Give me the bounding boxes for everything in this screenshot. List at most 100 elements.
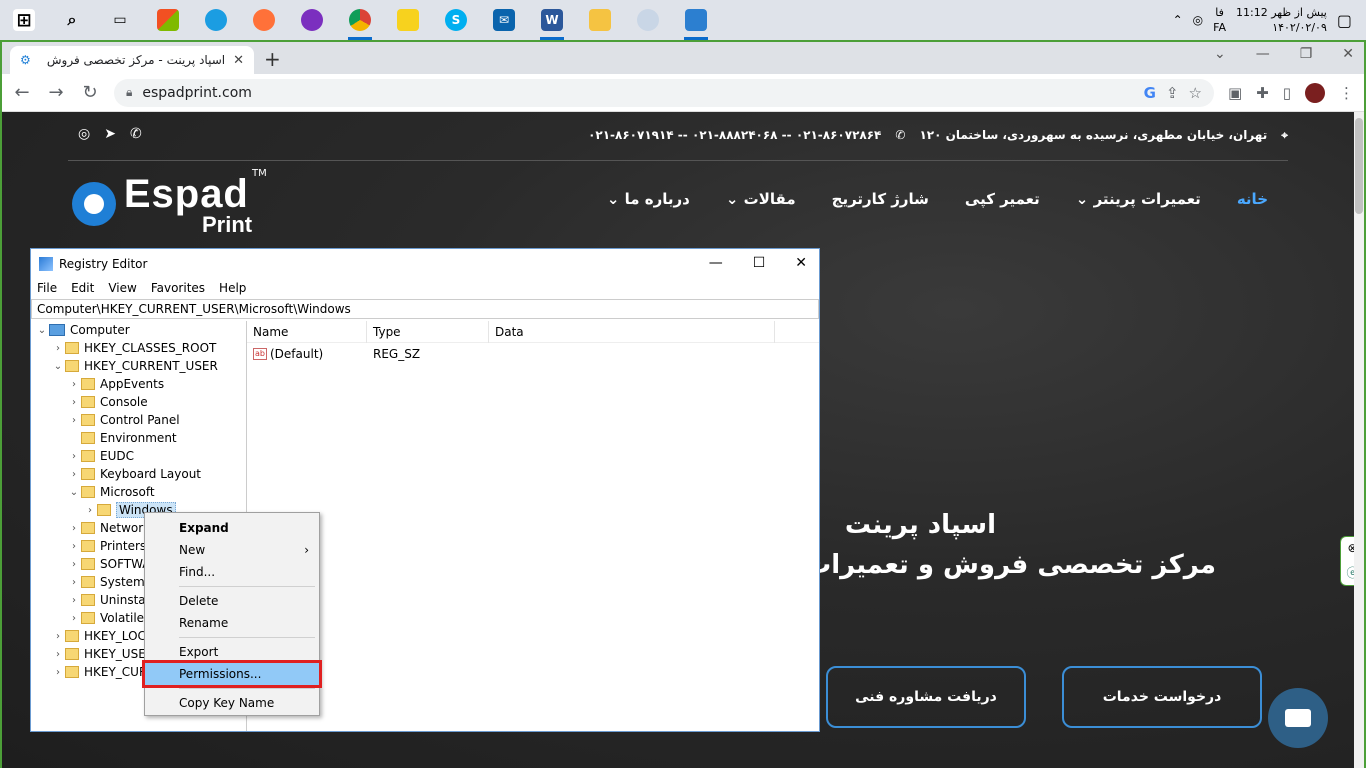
nav-about[interactable]: درباره ما ⌄ [607, 190, 690, 208]
tree-node[interactable]: › Keyboard Layout [31, 465, 246, 483]
minimize-button[interactable]: — [709, 255, 723, 271]
chevron-down-icon[interactable]: ⌄ [67, 487, 81, 498]
maximize-button[interactable]: ❐ [1300, 46, 1313, 62]
search-icon[interactable]: ⌕ [48, 0, 96, 40]
tree-node[interactable]: › EUDC [31, 447, 246, 465]
word-icon[interactable]: W [528, 0, 576, 40]
request-services-button[interactable]: درخواست خدمات [1062, 666, 1262, 728]
chevron-right-icon[interactable]: › [67, 415, 81, 426]
context-menu-item[interactable]: Delete [145, 590, 319, 612]
mail-icon[interactable]: ✉ [480, 0, 528, 40]
chevron-right-icon[interactable]: › [67, 595, 81, 606]
firefox-icon[interactable] [240, 0, 288, 40]
tree-node[interactable]: › Console [31, 393, 246, 411]
maximize-button[interactable]: ☐ [753, 255, 766, 271]
menu-file[interactable]: File [37, 281, 57, 295]
file-explorer-icon[interactable] [576, 0, 624, 40]
bookmark-star-icon[interactable]: ☆ [1189, 84, 1202, 102]
chevron-right-icon[interactable]: › [67, 523, 81, 534]
chat-button[interactable] [1268, 688, 1328, 748]
chevron-right-icon[interactable]: › [67, 577, 81, 588]
chevron-right-icon[interactable]: › [67, 559, 81, 570]
page-scrollbar[interactable] [1354, 112, 1364, 768]
scrollbar-thumb[interactable] [1355, 118, 1363, 214]
reload-icon[interactable]: ↻ [80, 82, 100, 103]
nav-home[interactable]: خانه [1237, 190, 1268, 208]
context-menu-item[interactable]: Export [145, 641, 319, 663]
context-menu-item[interactable]: Copy Key Name [145, 692, 319, 714]
side-panel-icon[interactable]: ▯ [1283, 84, 1291, 102]
close-button[interactable]: ✕ [795, 255, 807, 271]
menu-help[interactable]: Help [219, 281, 246, 295]
context-menu-item[interactable]: Rename [145, 612, 319, 634]
chevron-right-icon[interactable]: › [51, 649, 65, 660]
nav-copier-repair[interactable]: تعمیر کپی [965, 190, 1040, 208]
language-indicator[interactable]: فا FA [1213, 5, 1226, 35]
skype-icon[interactable]: S [432, 0, 480, 40]
column-name[interactable]: Name [247, 320, 367, 343]
extensions-puzzle-icon[interactable]: ✚ [1256, 84, 1269, 102]
menu-edit[interactable]: Edit [71, 281, 94, 295]
notification-icon[interactable]: ▢ [1337, 11, 1352, 30]
tab-close-icon[interactable]: ✕ [233, 53, 244, 68]
menu-view[interactable]: View [108, 281, 136, 295]
chevron-down-icon[interactable]: ⌄ [1214, 46, 1226, 62]
sticky-notes-icon[interactable] [384, 0, 432, 40]
back-icon[interactable]: ← [12, 82, 32, 103]
chevron-right-icon[interactable]: › [51, 631, 65, 642]
technical-consult-button[interactable]: دریافت مشاوره فنی [826, 666, 1026, 728]
instagram-icon[interactable]: ◎ [78, 126, 90, 142]
context-menu-item[interactable]: Expand [145, 517, 319, 539]
close-button[interactable]: ✕ [1342, 46, 1354, 62]
menu-favorites[interactable]: Favorites [151, 281, 205, 295]
minimize-button[interactable]: — [1256, 46, 1270, 62]
nav-printer-repair[interactable]: تعمیرات پرینتر ⌄ [1076, 190, 1201, 208]
menu-kebab-icon[interactable]: ⋮ [1339, 84, 1354, 102]
tree-node[interactable]: › Control Panel [31, 411, 246, 429]
chevron-up-icon[interactable]: ⌃ [1173, 13, 1183, 27]
chevron-right-icon[interactable]: › [51, 343, 65, 354]
url-text[interactable]: espadprint.com [142, 85, 1133, 101]
app-icon[interactable] [288, 0, 336, 40]
google-icon[interactable]: G [1144, 84, 1156, 102]
address-bar[interactable]: 🔒︎ espadprint.com G ⇪ ☆ [114, 78, 1214, 107]
task-view-icon[interactable]: ▭ [96, 0, 144, 40]
tree-node[interactable]: › HKEY_CLASSES_ROOT [31, 339, 246, 357]
store-icon[interactable] [144, 0, 192, 40]
context-menu-item[interactable]: Permissions... [142, 660, 322, 688]
edge-icon[interactable] [192, 0, 240, 40]
extension-badge-icon[interactable]: ▣ [1228, 84, 1242, 102]
forward-icon[interactable]: → [46, 82, 66, 103]
context-menu-item[interactable]: New › [145, 539, 319, 561]
telegram-icon[interactable]: ➤ [104, 126, 116, 142]
whatsapp-icon[interactable]: ✆ [130, 126, 142, 142]
chevron-down-icon[interactable]: ⌄ [35, 325, 49, 336]
windows-start-icon[interactable]: ⊞ [0, 0, 48, 40]
tree-node[interactable]: › AppEvents [31, 375, 246, 393]
site-logo[interactable]: Espad TM Print [72, 168, 267, 237]
tree-node[interactable]: ⌄ Microsoft [31, 483, 246, 501]
app2-icon[interactable] [672, 0, 720, 40]
chevron-right-icon[interactable]: › [83, 505, 97, 516]
column-data[interactable]: Data [489, 320, 775, 343]
chrome-icon[interactable] [336, 0, 384, 40]
chevron-right-icon[interactable]: › [67, 397, 81, 408]
chevron-right-icon[interactable]: › [67, 451, 81, 462]
context-menu-item[interactable]: Find... [145, 561, 319, 583]
chevron-down-icon[interactable]: ⌄ [51, 361, 65, 372]
chevron-right-icon[interactable]: › [67, 613, 81, 624]
chevron-right-icon[interactable]: › [67, 469, 81, 480]
lock-icon[interactable]: 🔒︎ [126, 85, 132, 100]
tree-node[interactable]: ⌄ Computer [31, 321, 246, 339]
share-icon[interactable]: ⇪ [1166, 84, 1179, 102]
nav-cartridge[interactable]: شارژ کارتریج [832, 190, 929, 208]
regedit-titlebar[interactable]: Registry Editor — ☐ ✕ [31, 249, 819, 279]
clock[interactable]: پیش از ظهر 11:12 ۱۴۰۲/۰۲/۰۹ [1236, 5, 1327, 35]
profile-avatar[interactable] [1305, 82, 1325, 103]
chevron-right-icon[interactable]: › [67, 379, 81, 390]
camera-icon[interactable]: ◎ [1193, 13, 1203, 27]
nav-articles[interactable]: مقالات ⌄ [726, 190, 796, 208]
value-row[interactable]: ab (Default) REG_SZ [247, 343, 819, 365]
new-tab-button[interactable]: + [264, 47, 281, 71]
tab-espadprint[interactable]: ⚙ اسپاد پرینت - مرکز تخصصی فروش ✕ [10, 46, 254, 74]
